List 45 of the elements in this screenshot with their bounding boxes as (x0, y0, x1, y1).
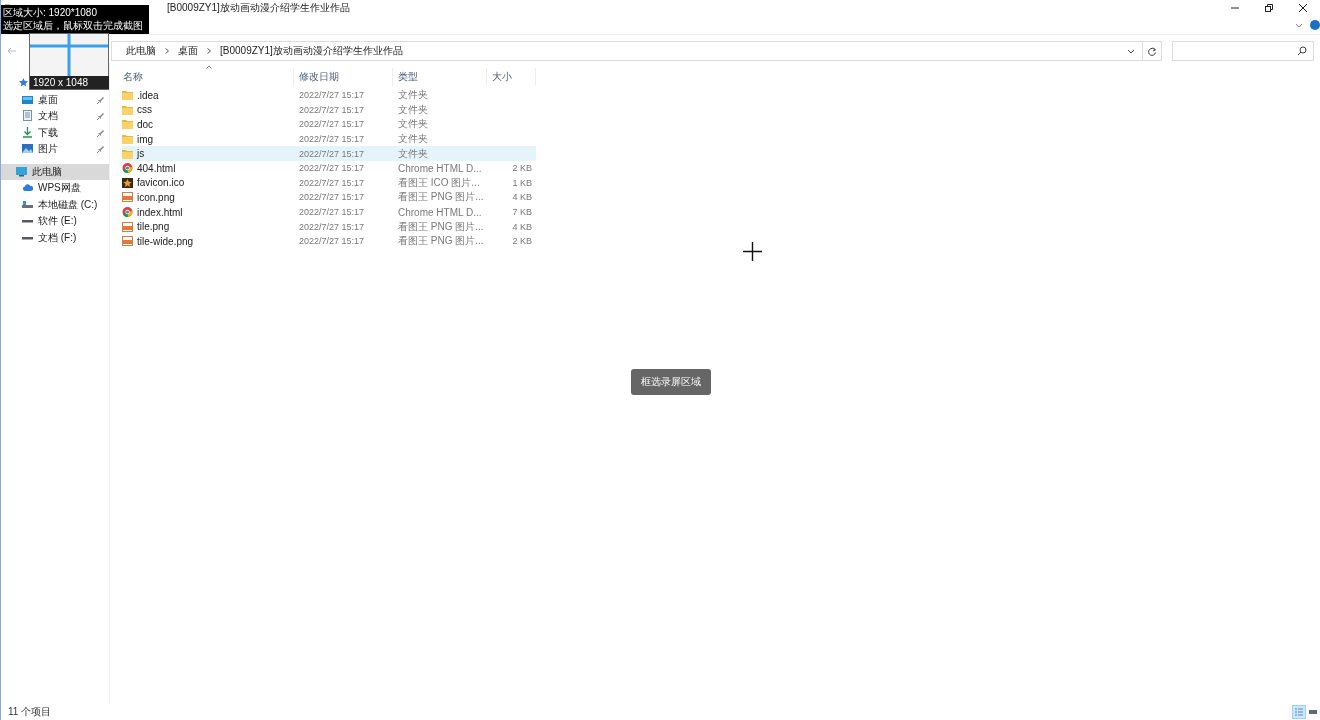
table-cell-text: 2022/7/27 15:17 (298, 236, 366, 247)
table-cell-text: 2022/7/27 15:17 (298, 104, 366, 115)
file-name: img (137, 133, 154, 145)
table-cell-text: 文件夹 (397, 117, 429, 132)
table-cell-text: 看图王 ICO 图片... (397, 175, 481, 190)
table-cell: 2 KB (512, 236, 532, 247)
file-name: css (137, 104, 152, 116)
table-cell-text: 文件夹 (397, 88, 429, 103)
table-cell-text: 2022/7/27 15:17 (298, 221, 366, 232)
file-name: tile-wide.png (137, 235, 194, 247)
table-cell-text: 看图王 PNG 图片... (397, 190, 485, 205)
file-name: icon.png (137, 191, 175, 203)
file-name: 404.html (137, 162, 176, 174)
table-cell-text: 看图王 PNG 图片... (397, 234, 485, 249)
table-cell-text: 2022/7/27 15:17 (298, 192, 366, 203)
table-cell-text: 看图王 PNG 图片... (397, 219, 485, 234)
file-name: tile.png (137, 221, 170, 233)
size-label: 区域大小: 1920*1080 (3, 7, 98, 20)
table-cell: 1 KB (512, 177, 532, 188)
table-cell-text: 2022/7/27 15:17 (298, 177, 366, 188)
table-cell-text: Chrome HTML D... (397, 206, 483, 218)
table-cell-text: 文件夹 (397, 146, 429, 161)
file-name: doc (137, 119, 154, 130)
table-cell-text: Chrome HTML D... (397, 162, 483, 174)
table-cell-text: 2022/7/27 15:17 (298, 90, 366, 101)
table-cell: 4 KB (512, 221, 532, 232)
toast-message: 框选录屏区域 (631, 369, 711, 395)
magnifier-size-tooltip: 1920 x 1048 (30, 76, 109, 89)
capture-hint: 选定区域后，鼠标双击完成截图 (3, 19, 143, 32)
table-cell-text: 2022/7/27 15:17 (298, 207, 366, 218)
table-cell-text: 2022/7/27 15:17 (298, 119, 366, 130)
file-name: favicon.ico (137, 177, 185, 189)
item-count: 11 个项目 (8, 705, 52, 719)
table-cell-text: 文件夹 (397, 102, 429, 117)
table-cell-text: 2022/7/27 15:17 (298, 148, 366, 159)
table-cell-text: 2022/7/27 15:17 (298, 134, 366, 145)
table-cell: 7 KB (512, 207, 532, 218)
table-cell-text: 2022/7/27 15:17 (298, 163, 366, 174)
table-cell: 4 KB (512, 192, 532, 203)
table-cell: 2 KB (512, 163, 532, 174)
file-name: js (137, 148, 145, 160)
window-title: [B0009ZY1]放动画动漫介绍学生作业作品 (167, 1, 350, 15)
table-cell-text: 文件夹 (397, 132, 429, 147)
file-name: index.html (137, 206, 183, 218)
file-name: .idea (137, 89, 159, 101)
